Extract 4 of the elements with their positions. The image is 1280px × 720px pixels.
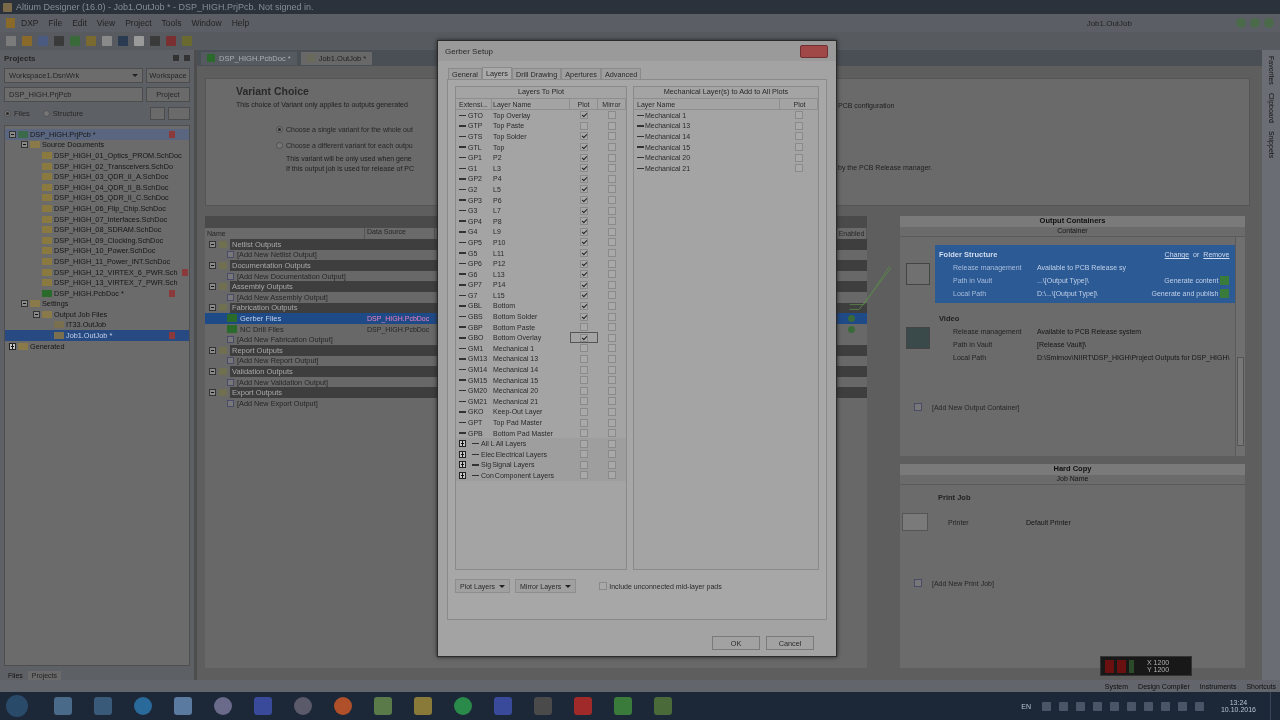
panel-title: Projects — [4, 53, 36, 63]
section-title: Variant Choice — [236, 85, 310, 99]
dialog-title: Gerber Setup — [445, 46, 494, 56]
window-title: Altium Designer (16.0) - Job1.OutJob * - DSP_HIGH.PrjPcb. Not signed in. — [16, 2, 314, 12]
